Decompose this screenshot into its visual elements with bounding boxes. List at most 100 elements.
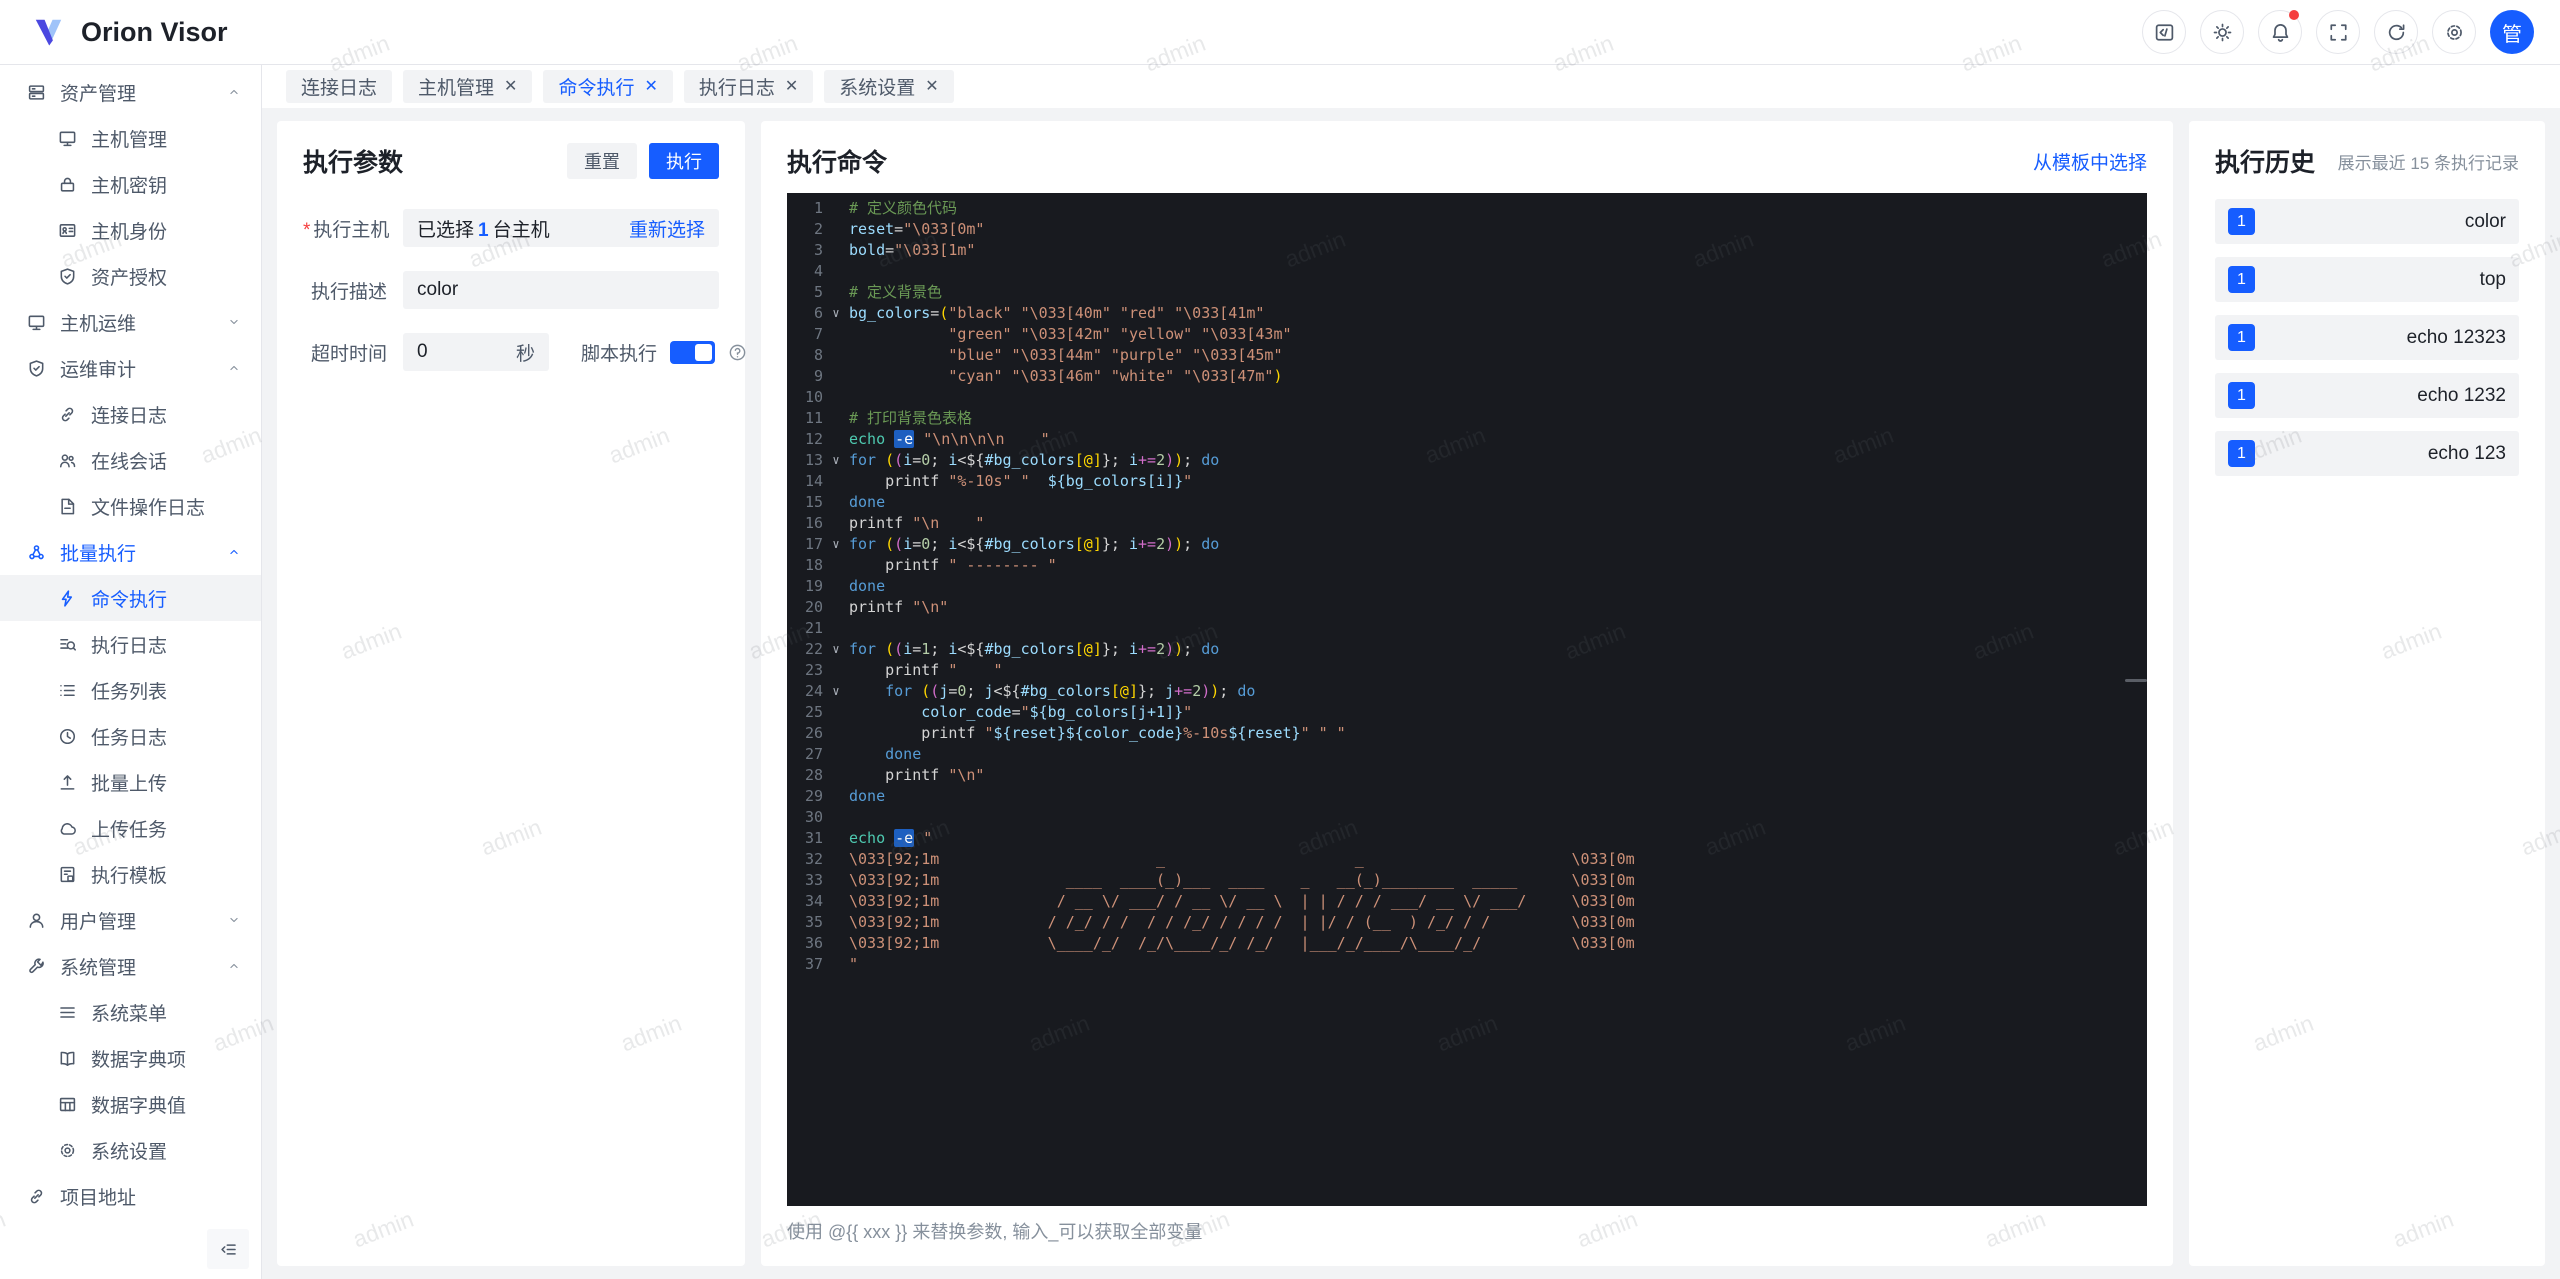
sidebar-collapse-button[interactable]	[207, 1229, 249, 1269]
tablei-icon	[57, 1095, 77, 1114]
tab-连接日志[interactable]: 连接日志	[286, 70, 393, 103]
sidebar-item-上传任务[interactable]: 上传任务	[0, 805, 261, 851]
sidebar-item-数据字典项[interactable]: 数据字典项	[0, 1035, 261, 1081]
refresh-icon[interactable]	[2374, 10, 2418, 54]
close-tab-icon[interactable]: ✕	[925, 78, 938, 95]
close-tab-icon[interactable]: ✕	[785, 78, 798, 95]
bolt-icon	[57, 589, 77, 608]
fold-chevron-icon[interactable]: ∨	[823, 450, 849, 471]
sidebar-item-命令执行[interactable]: 命令执行	[0, 575, 261, 621]
sidebar-item-主机管理[interactable]: 主机管理	[0, 115, 261, 161]
history-item-echo 12323[interactable]: 1 echo 12323	[2215, 315, 2519, 360]
line-number: 18	[804, 556, 823, 574]
tab-label: 主机管理	[418, 78, 495, 99]
host-count-badge: 1	[2228, 440, 2255, 467]
exec-desc-input[interactable]	[417, 279, 705, 301]
line-number: 36	[804, 934, 823, 952]
reset-button[interactable]: 重置	[567, 143, 637, 179]
template-select-link[interactable]: 从模板中选择	[2033, 148, 2147, 175]
fold-chevron-icon[interactable]: ∨	[823, 681, 849, 702]
editor-hint: 使用 @{{ xxx }} 来替换参数, 输入_可以获取全部变量	[787, 1222, 1203, 1242]
user-avatar[interactable]: 管	[2490, 10, 2534, 54]
sidebar-item-任务日志[interactable]: 任务日志	[0, 713, 261, 759]
app-logo[interactable]: Orion Visor	[30, 14, 228, 51]
sidebar-item-运维审计[interactable]: 运维审计	[0, 345, 261, 391]
line-number: 11	[804, 409, 823, 427]
sidebar-item-资产授权[interactable]: 资产授权	[0, 253, 261, 299]
tab-bar: 连接日志 主机管理 ✕ 命令执行 ✕ 执行日志 ✕ 系统设置 ✕	[262, 65, 2560, 108]
history-item-echo 123[interactable]: 1 echo 123	[2215, 431, 2519, 476]
code-line: 22 ∨ for ((i=1; i<${#bg_colors[@]}; i+=2))…	[787, 639, 2147, 660]
sidebar-item-主机密钥[interactable]: 主机密钥	[0, 161, 261, 207]
host-field-label: * 执行主机	[303, 219, 390, 241]
settings-icon[interactable]	[2432, 10, 2476, 54]
sidebar-item-数据字典值[interactable]: 数据字典值	[0, 1081, 261, 1127]
code-line: 26 printf "${reset}${color_code}%-10s${r…	[787, 723, 2147, 744]
sidebar-item-label: 上传任务	[91, 819, 168, 841]
fullscreen-icon	[2328, 22, 2349, 43]
history-subtitle: 展示最近 15 条执行记录	[2337, 153, 2519, 173]
sidebar-item-文件操作日志[interactable]: 文件操作日志	[0, 483, 261, 529]
help-icon[interactable]	[728, 343, 747, 362]
script-exec-toggle[interactable]	[670, 340, 716, 364]
sidebar-item-系统管理[interactable]: 系统管理	[0, 943, 261, 989]
sidebar-item-用户管理[interactable]: 用户管理	[0, 897, 261, 943]
tab-执行日志[interactable]: 执行日志 ✕	[683, 70, 814, 103]
code-line: 23 printf " "	[787, 660, 2147, 681]
timeout-input[interactable]	[417, 341, 477, 363]
fold-chevron-icon[interactable]: ∨	[823, 639, 849, 660]
fold-chevron-icon[interactable]: ∨	[823, 303, 849, 324]
sidebar-item-label: 连接日志	[91, 405, 168, 427]
sidebar-item-在线会话[interactable]: 在线会话	[0, 437, 261, 483]
sidebar-item-项目地址[interactable]: 项目地址	[0, 1173, 261, 1219]
close-tab-icon[interactable]: ✕	[644, 78, 657, 95]
line-number: 20	[804, 598, 823, 616]
sidebar-item-label: 命令执行	[91, 589, 168, 611]
line-number: 30	[804, 808, 823, 826]
sidebar-item-执行日志[interactable]: 执行日志	[0, 621, 261, 667]
code-line: 5 # 定义背景色	[787, 282, 2147, 303]
sidebar-item-label: 主机运维	[60, 313, 137, 335]
sidebar-item-任务列表[interactable]: 任务列表	[0, 667, 261, 713]
sidebar-item-执行模板[interactable]: 执行模板	[0, 851, 261, 897]
fold-chevron-icon[interactable]: ∨	[823, 534, 849, 555]
code-line: 21	[787, 618, 2147, 639]
code-line: 2 reset="\033[0m"	[787, 219, 2147, 240]
sidebar-item-连接日志[interactable]: 连接日志	[0, 391, 261, 437]
theme-icon[interactable]	[2200, 10, 2244, 54]
sidebar-item-系统设置[interactable]: 系统设置	[0, 1127, 261, 1173]
monitor-icon	[26, 313, 46, 332]
code-square-icon[interactable]	[2142, 10, 2186, 54]
host-count-badge: 1	[2228, 382, 2255, 409]
tab-命令执行[interactable]: 命令执行 ✕	[543, 70, 673, 103]
tab-label: 系统设置	[839, 78, 916, 99]
code-line: 37 "	[787, 954, 2147, 975]
history-item-color[interactable]: 1 color	[2215, 199, 2519, 244]
tab-系统设置[interactable]: 系统设置 ✕	[824, 70, 954, 103]
notifications-icon[interactable]	[2258, 10, 2302, 54]
reselect-host-link[interactable]: 重新选择	[629, 215, 705, 242]
fullscreen-icon[interactable]	[2316, 10, 2360, 54]
tab-主机管理[interactable]: 主机管理 ✕	[403, 70, 533, 103]
script-exec-label: 脚本执行	[581, 343, 658, 365]
sidebar-item-系统菜单[interactable]: 系统菜单	[0, 989, 261, 1035]
sidebar-item-主机运维[interactable]: 主机运维	[0, 299, 261, 345]
run-button[interactable]: 执行	[649, 143, 719, 179]
sidebar-item-主机身份[interactable]: 主机身份	[0, 207, 261, 253]
sidebar-item-资产管理[interactable]: 资产管理	[0, 69, 261, 115]
searchlist-icon	[57, 635, 77, 654]
code-editor[interactable]: 1 # 定义颜色代码 2 reset="\033[0m" 3 bold="\033[1m"…	[787, 193, 2147, 1206]
line-number: 14	[804, 472, 823, 490]
code-square-icon	[2154, 22, 2175, 43]
sidebar-item-label: 执行模板	[91, 865, 168, 887]
close-tab-icon[interactable]: ✕	[504, 78, 517, 95]
sidebar-item-批量上传[interactable]: 批量上传	[0, 759, 261, 805]
lock-icon	[57, 175, 77, 194]
host-select-field[interactable]: 已选择 1 台主机 重新选择	[403, 209, 719, 247]
sidebar-item-批量执行[interactable]: 批量执行	[0, 529, 261, 575]
history-item-top[interactable]: 1 top	[2215, 257, 2519, 302]
cluster-icon	[26, 543, 46, 562]
sidebar-item-label: 文件操作日志	[91, 497, 206, 519]
history-item-echo 1232[interactable]: 1 echo 1232	[2215, 373, 2519, 418]
line-number: 35	[804, 913, 823, 931]
